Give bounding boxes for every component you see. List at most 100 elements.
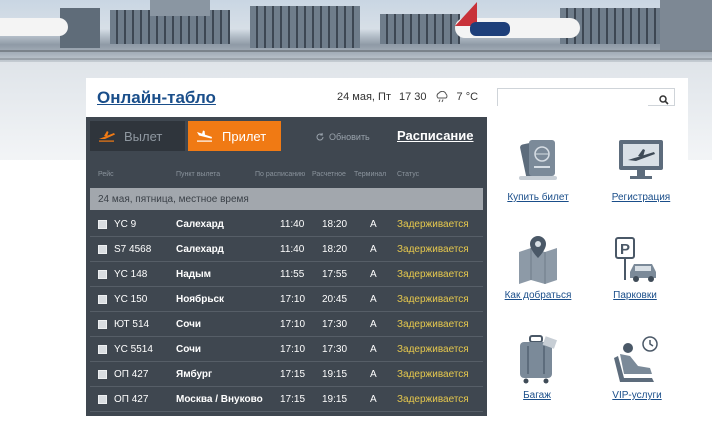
scheduled-time: 11:40: [280, 244, 305, 255]
origin-city: Москва / Внуково: [176, 394, 263, 405]
flight-status: Задерживается: [397, 319, 469, 330]
table-row[interactable]: S7 4568 Салехард 11:40 18:20 A Задержива…: [90, 237, 483, 262]
terminal: A: [370, 294, 377, 305]
terminal: A: [370, 394, 377, 405]
table-row[interactable]: ОП 427 Москва / Внуково 17:15 19:15 A За…: [90, 387, 483, 412]
map-pin-icon: [519, 236, 557, 284]
flight-number: YC 148: [114, 269, 148, 280]
col-status: Статус: [397, 171, 420, 178]
origin-city: Надым: [176, 269, 212, 280]
date-group-row: 24 мая, пятница, местное время: [90, 188, 483, 210]
service-buy-ticket[interactable]: Купить билет: [493, 136, 583, 203]
monitor-plane-icon: [619, 140, 663, 179]
flight-status: Задерживается: [397, 369, 469, 380]
refresh-button[interactable]: Обновить: [315, 132, 370, 142]
flight-number: YC 5514: [114, 344, 153, 355]
origin-city: Сочи: [176, 319, 202, 330]
origin-city: Салехард: [176, 244, 224, 255]
terminal: A: [370, 244, 377, 255]
estimated-time: 17:55: [322, 269, 348, 280]
scheduled-time: 17:15: [280, 369, 306, 380]
col-flight: Рейс: [98, 171, 114, 178]
flight-status: Задерживается: [397, 394, 469, 405]
flight-number: YC 150: [114, 294, 148, 305]
luggage-icon: [520, 335, 558, 384]
table-row[interactable]: ОП 427 Ямбург 17:15 19:15 A Задерживаетс…: [90, 362, 483, 387]
airline-logo-icon: [98, 345, 107, 354]
terminal: A: [370, 269, 377, 280]
table-row[interactable]: ЮТ 514 Сочи 17:10 17:30 A Задерживается: [90, 312, 483, 337]
scheduled-time: 17:10: [280, 294, 306, 305]
flight-board: Вылет Прилет Обновить Расписание Рейс Пу…: [86, 117, 487, 416]
origin-city: Сочи: [176, 344, 202, 355]
flight-status: Задерживается: [397, 344, 469, 355]
terminal: A: [370, 319, 377, 330]
table-row[interactable]: YC 5514 Сочи 17:10 17:30 A Задерживается: [90, 337, 483, 362]
airline-logo-icon: [98, 270, 107, 279]
current-time: 17 30: [399, 91, 427, 103]
airline-logo-icon: [98, 245, 107, 254]
estimated-time: 20:45: [322, 294, 348, 305]
airline-logo-icon: [98, 395, 107, 404]
search-box: [497, 88, 675, 107]
col-terminal: Терминал: [354, 171, 387, 178]
scheduled-time: 11:40: [280, 219, 305, 230]
origin-city: Ноябрьск: [176, 294, 225, 305]
passport-ticket-icon: [519, 140, 557, 180]
terminal: A: [370, 344, 377, 355]
column-headers: Рейс Пункт вылета По расписанию Расчетно…: [86, 171, 487, 183]
plane-arrival-icon: [197, 130, 212, 142]
service-vip[interactable]: VIP-услуги: [592, 334, 682, 401]
estimated-time: 17:30: [322, 344, 348, 355]
search-input[interactable]: [498, 91, 648, 107]
service-baggage[interactable]: Багаж: [492, 334, 582, 401]
service-directions[interactable]: Как добраться: [493, 234, 583, 301]
col-estimated: Расчетное: [312, 171, 346, 178]
tab-arrivals[interactable]: Прилет: [188, 121, 281, 151]
col-origin: Пункт вылета: [176, 171, 221, 178]
col-scheduled: По расписанию: [255, 171, 306, 178]
table-row[interactable]: YC 148 Надым 11:55 17:55 A Задерживается: [90, 262, 483, 287]
service-label: VIP-услуги: [612, 390, 662, 401]
estimated-time: 19:15: [322, 369, 348, 380]
refresh-label: Обновить: [329, 132, 370, 142]
cloud-rain-icon: [435, 90, 449, 103]
flight-status: Задерживается: [397, 294, 469, 305]
vip-seat-icon: [614, 336, 658, 382]
parking-car-icon: P: [615, 237, 656, 282]
flight-number: ОП 427: [114, 394, 149, 405]
service-label: Как добраться: [504, 290, 572, 301]
table-row[interactable]: YC 9 Салехард 11:40 18:20 A Задерживаетс…: [90, 212, 483, 237]
tab-departures-label: Вылет: [124, 128, 163, 144]
airline-logo-icon: [98, 220, 107, 229]
page-title[interactable]: Онлайн-табло: [97, 88, 216, 108]
scheduled-time: 17:10: [280, 344, 306, 355]
search-icon[interactable]: [659, 92, 669, 105]
airline-logo-icon: [98, 370, 107, 379]
estimated-time: 18:20: [322, 219, 348, 230]
flight-number: YC 9: [114, 219, 137, 230]
temperature: 7 °C: [456, 91, 479, 103]
service-label: Купить билет: [507, 192, 569, 203]
plane-departure-icon: [99, 131, 115, 142]
tab-arrivals-label: Прилет: [222, 128, 267, 144]
scheduled-time: 11:55: [280, 269, 305, 280]
flight-status: Задерживается: [397, 269, 469, 280]
flight-status: Задерживается: [397, 219, 469, 230]
tab-departures[interactable]: Вылет: [90, 121, 185, 151]
airline-logo-icon: [98, 320, 107, 329]
scheduled-time: 17:10: [280, 319, 306, 330]
schedule-link[interactable]: Расписание: [397, 128, 474, 143]
estimated-time: 17:30: [322, 319, 348, 330]
estimated-time: 19:15: [322, 394, 348, 405]
service-parking[interactable]: P Парковки: [590, 234, 680, 301]
svg-text:P: P: [620, 241, 630, 258]
flight-number: ЮТ 514: [114, 319, 150, 330]
terminal: A: [370, 219, 377, 230]
airline-logo-icon: [98, 295, 107, 304]
service-label: Багаж: [523, 390, 551, 401]
origin-city: Ямбург: [176, 369, 213, 380]
flight-number: ОП 427: [114, 369, 149, 380]
service-check-in[interactable]: Регистрация: [596, 136, 686, 203]
table-row[interactable]: YC 150 Ноябрьск 17:10 20:45 A Задерживае…: [90, 287, 483, 312]
